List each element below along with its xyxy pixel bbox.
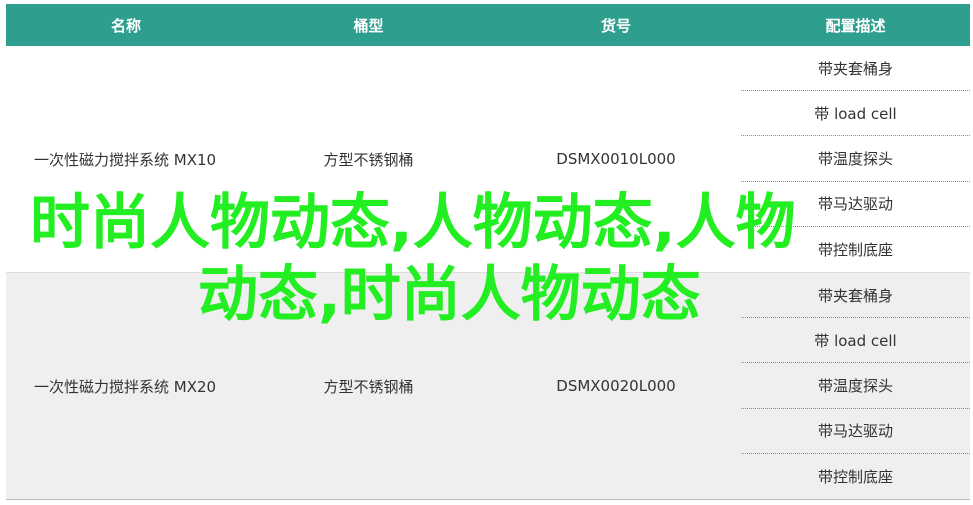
config-item: 带夹套桶身 — [741, 46, 970, 92]
config-item: 带 load cell — [741, 91, 970, 137]
cell-bucket-type: 方型不锈钢桶 — [323, 377, 414, 396]
table-bottom-border — [6, 499, 970, 500]
cell-config-list: 带夹套桶身 带 load cell 带温度探头 带马达驱动 带控制底座 — [741, 273, 970, 499]
config-item: 带马达驱动 — [741, 409, 970, 454]
config-item: 带温度探头 — [741, 363, 970, 409]
cell-name: 一次性磁力搅拌系统 MX20 — [34, 377, 217, 396]
cell-sku: DSMX0020L000 — [556, 377, 676, 395]
config-item: 带马达驱动 — [741, 182, 970, 227]
table-header: 名称 桶型 货号 配置描述 — [6, 4, 970, 46]
config-item: 带夹套桶身 — [741, 273, 970, 319]
header-sku: 货号 — [600, 16, 631, 35]
cell-name: 一次性磁力搅拌系统 MX10 — [34, 150, 217, 169]
cell-bucket-type: 方型不锈钢桶 — [323, 150, 414, 169]
cell-sku: DSMX0010L000 — [556, 150, 676, 168]
config-item: 带温度探头 — [741, 136, 970, 182]
config-item: 带控制底座 — [817, 240, 893, 259]
table-row: 一次性磁力搅拌系统 MX20 方型不锈钢桶 DSMX0020L000 带夹套桶身… — [6, 272, 970, 499]
table-row: 一次性磁力搅拌系统 MX10 方型不锈钢桶 DSMX0010L000 带夹套桶身… — [6, 46, 970, 272]
product-table: 名称 桶型 货号 配置描述 一次性磁力搅拌系统 MX10 方型不锈钢桶 DSMX… — [6, 4, 970, 500]
header-config: 配置描述 — [825, 16, 886, 35]
header-bucket-type: 桶型 — [353, 16, 384, 35]
header-name: 名称 — [110, 16, 141, 35]
cell-config-list: 带夹套桶身 带 load cell 带温度探头 带马达驱动 带控制底座 — [741, 46, 970, 272]
config-item: 带控制底座 — [817, 467, 893, 486]
config-item: 带 load cell — [741, 318, 970, 364]
